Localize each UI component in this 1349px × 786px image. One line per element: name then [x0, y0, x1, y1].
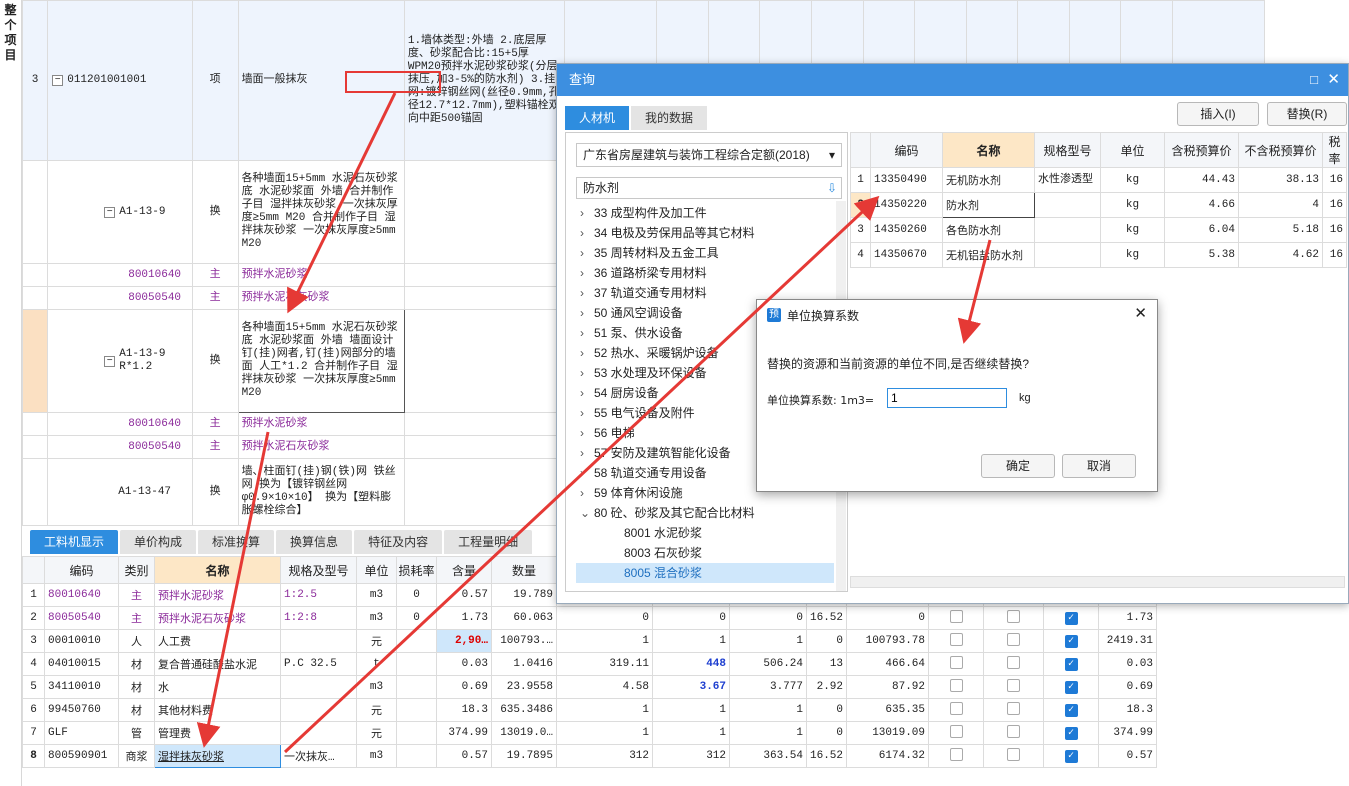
arrow-2 — [196, 431, 270, 748]
arrow-3 — [283, 195, 880, 754]
annotation-arrows — [196, 92, 992, 754]
arrow-4 — [957, 239, 992, 344]
arrow-1 — [287, 92, 397, 314]
